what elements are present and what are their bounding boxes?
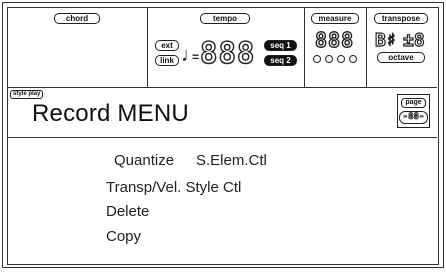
page-header: style play Record MENU page -88- — [8, 88, 437, 138]
beat-dot-icon — [349, 55, 357, 63]
seq2-indicator: seq 2 — [264, 55, 297, 66]
tempo-cell: tempo ext link ♩ = 888 seq 1 seq 2 — [148, 8, 305, 88]
transpose-label: transpose — [374, 13, 428, 24]
transpose-key: B♯ — [374, 29, 397, 51]
status-bar: chord tempo ext link ♩ = 888 seq 1 seq 2… — [8, 8, 437, 88]
octave-label: octave — [377, 52, 425, 63]
seq1-indicator: seq 1 — [264, 40, 297, 51]
beat-dot-icon — [313, 55, 321, 63]
lcd-screen: chord tempo ext link ♩ = 888 seq 1 seq 2… — [7, 7, 439, 265]
tempo-equals: = — [192, 50, 200, 64]
menu-item-quantize[interactable]: Quantize — [114, 152, 174, 169]
link-indicator: link — [155, 55, 179, 66]
menu-item-transp-vel-style-ctl[interactable]: Transp/Vel. Style Ctl — [106, 179, 241, 196]
beat-dot-icon — [337, 55, 345, 63]
measure-value: 888 — [314, 28, 355, 52]
menu-item-s-elem-ctl[interactable]: S.Elem.Ctl — [196, 152, 267, 169]
tempo-value: 888 — [199, 36, 256, 70]
menu-item-delete[interactable]: Delete — [106, 203, 149, 220]
chord-cell: chord — [8, 8, 148, 88]
transpose-value: ±8 — [402, 29, 425, 51]
tempo-label: tempo — [200, 13, 250, 24]
transpose-cell: transpose B♯ ±8 octave — [367, 8, 437, 88]
page-title: Record MENU — [32, 100, 189, 127]
chord-label: chord — [54, 13, 100, 24]
measure-label: measure — [311, 13, 359, 24]
ext-indicator: ext — [155, 40, 179, 51]
page-label: page — [401, 98, 426, 108]
beat-indicators — [313, 55, 357, 63]
page-value: -88- — [399, 111, 428, 124]
page-indicator: page -88- — [397, 94, 430, 128]
beat-dot-icon — [325, 55, 333, 63]
menu-item-copy[interactable]: Copy — [106, 228, 141, 245]
mode-tag: style play — [10, 90, 44, 99]
measure-cell: measure 888 — [305, 8, 367, 88]
